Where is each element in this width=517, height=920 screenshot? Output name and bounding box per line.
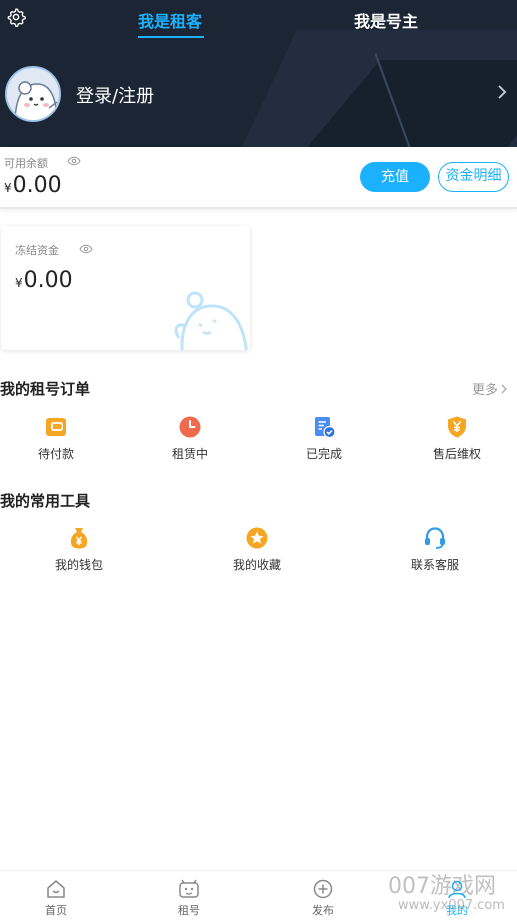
nav-label: 首页 bbox=[45, 904, 67, 917]
order-item-label: 售后维权 bbox=[432, 447, 481, 461]
nav-label: 我的 bbox=[446, 904, 468, 917]
bear-watermark-icon bbox=[174, 291, 248, 350]
chevron-right-icon[interactable] bbox=[496, 84, 508, 100]
order-item-label: 已完成 bbox=[305, 447, 342, 461]
nav-label: 发布 bbox=[312, 904, 334, 917]
balance-value: 0.00 bbox=[12, 173, 62, 198]
nav-rent[interactable]: 租号 bbox=[159, 879, 219, 918]
order-item-label: 待付款 bbox=[37, 447, 74, 461]
order-renting[interactable]: 租赁中 bbox=[145, 415, 235, 462]
user-icon bbox=[448, 880, 466, 899]
available-balance-label: 可用余额 bbox=[4, 157, 48, 170]
currency-symbol: ¥ bbox=[4, 181, 12, 195]
nav-home[interactable]: 首页 bbox=[26, 879, 86, 918]
frozen-funds-amount: ¥0.00 bbox=[15, 268, 73, 293]
available-balance-amount: ¥0.00 bbox=[4, 173, 62, 198]
money-bag-icon bbox=[70, 528, 88, 549]
frozen-funds-card: 冻结资金 ¥0.00 bbox=[1, 226, 250, 350]
frozen-value: 0.00 bbox=[23, 268, 73, 293]
tab-renter[interactable]: 我是租客 bbox=[138, 8, 202, 32]
nav-label: 租号 bbox=[178, 904, 200, 917]
wallet-card-icon bbox=[46, 418, 66, 436]
recharge-button[interactable]: 充值 bbox=[360, 162, 430, 192]
shield-yen-icon bbox=[448, 416, 466, 438]
tab-active-indicator bbox=[138, 36, 204, 38]
tool-item-label: 联系客服 bbox=[410, 558, 459, 572]
order-after-sales[interactable]: 售后维权 bbox=[412, 415, 502, 462]
currency-symbol: ¥ bbox=[15, 276, 23, 290]
tools-section-title: 我的常用工具 bbox=[0, 492, 91, 510]
tool-item-label: 我的收藏 bbox=[232, 558, 281, 572]
bottom-navigation: 首页 租号 发布 我的 bbox=[0, 870, 517, 920]
nav-publish[interactable]: 发布 bbox=[293, 879, 353, 918]
home-icon bbox=[47, 880, 65, 898]
profile-header: 我是租客 我是号主 登录/注册 bbox=[0, 0, 517, 147]
tab-owner[interactable]: 我是号主 bbox=[354, 8, 418, 32]
star-icon bbox=[246, 527, 268, 549]
tool-favorites[interactable]: 我的收藏 bbox=[212, 526, 302, 573]
login-register-link[interactable]: 登录/注册 bbox=[76, 82, 154, 108]
orders-section-title: 我的租号订单 bbox=[0, 380, 91, 398]
fund-details-button[interactable]: 资金明细 bbox=[438, 162, 509, 192]
clock-icon bbox=[179, 416, 201, 438]
plus-circle-icon bbox=[313, 879, 333, 899]
eye-icon[interactable] bbox=[79, 244, 93, 254]
gear-icon[interactable] bbox=[6, 7, 26, 27]
frozen-funds-label: 冻结资金 bbox=[15, 244, 59, 257]
order-pending-payment[interactable]: 待付款 bbox=[11, 415, 101, 462]
avatar[interactable] bbox=[5, 66, 61, 122]
tool-wallet[interactable]: 我的钱包 bbox=[34, 526, 124, 573]
gamepad-icon bbox=[179, 879, 199, 898]
more-label: 更多 bbox=[472, 383, 499, 398]
order-completed[interactable]: 已完成 bbox=[279, 415, 369, 462]
order-item-label: 租赁中 bbox=[171, 447, 208, 461]
headset-icon bbox=[425, 527, 445, 549]
tool-item-label: 我的钱包 bbox=[54, 558, 103, 572]
nav-mine[interactable]: 我的 bbox=[427, 879, 487, 918]
chevron-right-icon bbox=[501, 384, 507, 394]
eye-icon[interactable] bbox=[67, 156, 81, 166]
bear-avatar-icon bbox=[7, 68, 59, 120]
tool-customer-service[interactable]: 联系客服 bbox=[390, 526, 480, 573]
mine-page: 我是租客 我是号主 登录/注册 可用余额 ¥0.00 充值 资金明细 冻结资金 … bbox=[0, 0, 517, 920]
available-balance-section: 可用余额 ¥0.00 充值 资金明细 bbox=[0, 147, 517, 209]
more-orders-link[interactable]: 更多 bbox=[472, 379, 508, 398]
completed-document-icon bbox=[315, 417, 336, 439]
